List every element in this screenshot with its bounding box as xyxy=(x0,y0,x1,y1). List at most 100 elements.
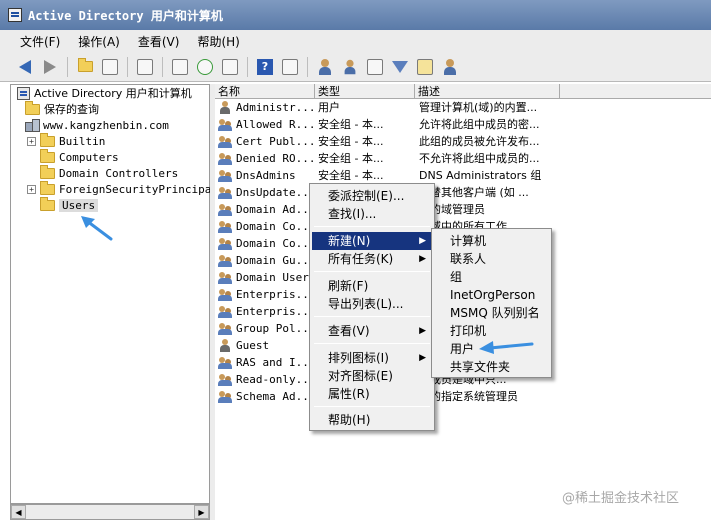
name-cell: Schema Ad... xyxy=(218,388,315,405)
scroll-right-icon[interactable]: ▶ xyxy=(194,505,209,519)
menu-item-all-tasks[interactable]: 所有任务(K) ▶ xyxy=(312,250,432,268)
details-icon[interactable] xyxy=(279,56,301,78)
delegate-icon[interactable] xyxy=(439,56,461,78)
copy-icon[interactable] xyxy=(134,56,156,78)
table-row[interactable]: Allowed R... 安全组 - 本... 允许将此组中成员的密... xyxy=(215,116,711,133)
back-arrow-icon[interactable] xyxy=(14,56,36,78)
table-row[interactable]: DnsAdmins 安全组 - 本... DNS Administrators 组 xyxy=(215,167,711,184)
type-cell: 安全组 - 本... xyxy=(318,135,384,148)
menu-item-arrange-icons[interactable]: 排列图标(I) ▶ xyxy=(312,349,432,367)
group-icon xyxy=(218,356,233,370)
menu-item-refresh[interactable]: 刷新(F) xyxy=(312,277,432,295)
table-row[interactable]: Denied RO... 安全组 - 本... 不允许将此组中成员的... xyxy=(215,150,711,167)
menu-separator xyxy=(314,343,430,344)
refresh-icon[interactable] xyxy=(194,56,216,78)
name-cell: DnsAdmins xyxy=(218,167,315,184)
row-name: Guest xyxy=(236,339,270,352)
tree-item-computers[interactable]: Computers xyxy=(40,148,119,165)
properties-icon[interactable] xyxy=(169,56,191,78)
type-cell: 用户 xyxy=(318,101,340,114)
menu-item-delegate-control[interactable]: 委派控制(E)... xyxy=(312,187,432,205)
toolbar-separator xyxy=(127,56,128,77)
row-name: Denied RO... xyxy=(236,152,315,165)
name-cell: RAS and I... xyxy=(218,354,315,371)
name-cell: Cert Publ... xyxy=(218,133,315,150)
row-name: Domain Ad... xyxy=(236,203,315,216)
menu-item-find[interactable]: 查找(I)... xyxy=(312,205,432,223)
name-cell: Domain Ad... xyxy=(218,201,315,218)
tree-item-domain-controllers[interactable]: Domain Controllers xyxy=(40,164,178,181)
new-ou-icon[interactable] xyxy=(364,56,386,78)
tree-item-users[interactable]: Users xyxy=(40,196,99,213)
watermark: @稀土掘金技术社区 xyxy=(562,491,680,506)
expand-icon[interactable]: + xyxy=(27,184,36,194)
submenu-arrow-icon: ▶ xyxy=(419,254,426,264)
help-icon[interactable]: ? xyxy=(254,56,276,78)
name-cell: Guest xyxy=(218,337,315,354)
table-row[interactable]: Cert Publ... 安全组 - 本... 此组的成员被允许发布... xyxy=(215,133,711,150)
toolbar-separator xyxy=(67,56,68,77)
column-header-name[interactable]: 名称 xyxy=(215,84,315,99)
toolbar: ? xyxy=(0,52,711,82)
menu-separator xyxy=(314,271,430,272)
forward-arrow-icon[interactable] xyxy=(39,56,61,78)
group-icon xyxy=(218,237,233,251)
tree-root-label: Active Directory 用户和计算机 xyxy=(34,87,192,100)
up-folder-icon[interactable] xyxy=(74,56,96,78)
annotation-arrow-icon xyxy=(479,341,534,354)
user-icon xyxy=(218,100,233,115)
tree-item-builtin[interactable]: + Builtin xyxy=(27,132,105,149)
column-header-description[interactable]: 描述 xyxy=(415,84,560,99)
description-cell: 构的指定系统管理员 xyxy=(419,390,518,403)
submenu-item-msmq-alias[interactable]: MSMQ 队列别名 xyxy=(434,304,549,322)
type-cell: 安全组 - 本... xyxy=(318,169,384,182)
group-icon xyxy=(218,254,233,268)
export-icon[interactable] xyxy=(219,56,241,78)
menu-item-label: 联系人 xyxy=(450,252,487,266)
row-name: Group Pol... xyxy=(236,322,315,335)
new-group-icon[interactable] xyxy=(339,56,361,78)
tree-root[interactable]: Active Directory 用户和计算机 xyxy=(17,85,192,101)
tree-item-domain[interactable]: www.kangzhenbin.com xyxy=(25,117,169,133)
show-tree-icon[interactable] xyxy=(99,56,121,78)
submenu-item-contact[interactable]: 联系人 xyxy=(434,250,549,268)
submenu-item-inetorgperson[interactable]: InetOrgPerson xyxy=(434,286,549,304)
table-row[interactable]: Administr... 用户 管理计算机(域)的内置... xyxy=(215,99,711,116)
submenu-item-computer[interactable]: 计算机 xyxy=(434,232,549,250)
row-name: Domain Co... xyxy=(236,220,315,233)
name-cell: DnsUpdate... xyxy=(218,184,315,201)
menu-item-properties[interactable]: 属性(R) xyxy=(312,385,432,403)
menu-file[interactable]: 文件(F) xyxy=(20,33,60,50)
new-user-icon[interactable] xyxy=(314,56,336,78)
submenu-item-group[interactable]: 组 xyxy=(434,268,549,286)
find-icon[interactable] xyxy=(414,56,436,78)
tree-item-saved-queries[interactable]: 保存的查询 xyxy=(25,100,99,117)
menu-view[interactable]: 查看(V) xyxy=(138,33,180,50)
tree-horizontal-scrollbar[interactable]: ◀ ▶ xyxy=(10,504,210,520)
table-row[interactable]: DnsUpdate... 许替其他客户端 (如 ... xyxy=(215,184,711,201)
submenu-item-shared-folder[interactable]: 共享文件夹 xyxy=(434,358,549,376)
filter-icon[interactable] xyxy=(389,56,411,78)
expand-icon[interactable]: + xyxy=(27,136,36,146)
table-row[interactable]: Domain Ad... 定的域管理员 xyxy=(215,201,711,218)
description-cell: 许替其他客户端 (如 ... xyxy=(419,186,529,199)
folder-icon xyxy=(40,148,55,163)
menu-item-line-up-icons[interactable]: 对齐图标(E) xyxy=(312,367,432,385)
menu-action[interactable]: 操作(A) xyxy=(78,33,120,50)
table-row[interactable]: Schema Ad... 构的指定系统管理员 xyxy=(215,388,711,405)
tree-item-foreign-security-principals[interactable]: + ForeignSecurityPrincipal xyxy=(27,180,218,197)
folder-icon xyxy=(40,180,55,195)
menu-item-help[interactable]: 帮助(H) xyxy=(312,411,432,429)
row-name: Enterpris... xyxy=(236,288,315,301)
menu-item-label: 共享文件夹 xyxy=(450,360,511,374)
row-name: Allowed R... xyxy=(236,118,315,131)
scroll-left-icon[interactable]: ◀ xyxy=(11,505,26,519)
name-cell: Enterpris... xyxy=(218,286,315,303)
menu-item-export-list[interactable]: 导出列表(L)... xyxy=(312,295,432,313)
group-icon xyxy=(218,305,233,319)
menu-item-view[interactable]: 查看(V) ▶ xyxy=(312,322,432,340)
menu-help[interactable]: 帮助(H) xyxy=(197,33,239,50)
menu-item-new[interactable]: 新建(N) ▶ xyxy=(312,232,432,250)
column-header-type[interactable]: 类型 xyxy=(315,84,415,99)
menu-item-label: MSMQ 队列别名 xyxy=(450,306,540,320)
